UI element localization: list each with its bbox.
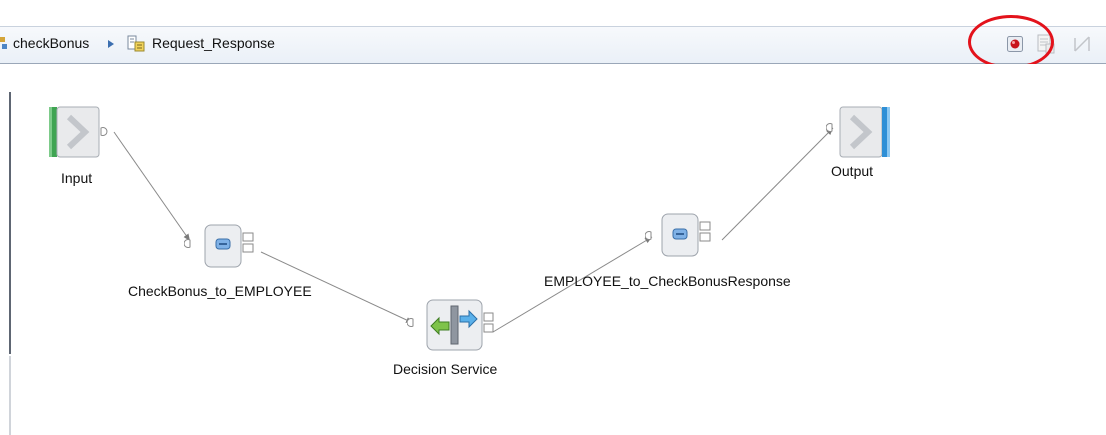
output-node-label: Output bbox=[831, 163, 874, 179]
map1-node-label: CheckBonus_to_EMPLOYEE bbox=[128, 283, 312, 299]
map2-node-label: EMPLOYEE_to_CheckBonusResponse bbox=[544, 273, 791, 289]
input-node-label: Input bbox=[61, 170, 93, 186]
input-node[interactable] bbox=[46, 103, 118, 161]
map2-node[interactable] bbox=[645, 211, 725, 261]
decision-service-node[interactable] bbox=[407, 298, 497, 354]
map1-node[interactable] bbox=[184, 222, 264, 272]
wire-input-to-map1 bbox=[113, 131, 191, 242]
wire-map2-to-output bbox=[721, 127, 834, 241]
decision-service-node-label: Decision Service bbox=[393, 361, 498, 377]
connections bbox=[113, 127, 834, 333]
output-node[interactable] bbox=[826, 103, 896, 161]
